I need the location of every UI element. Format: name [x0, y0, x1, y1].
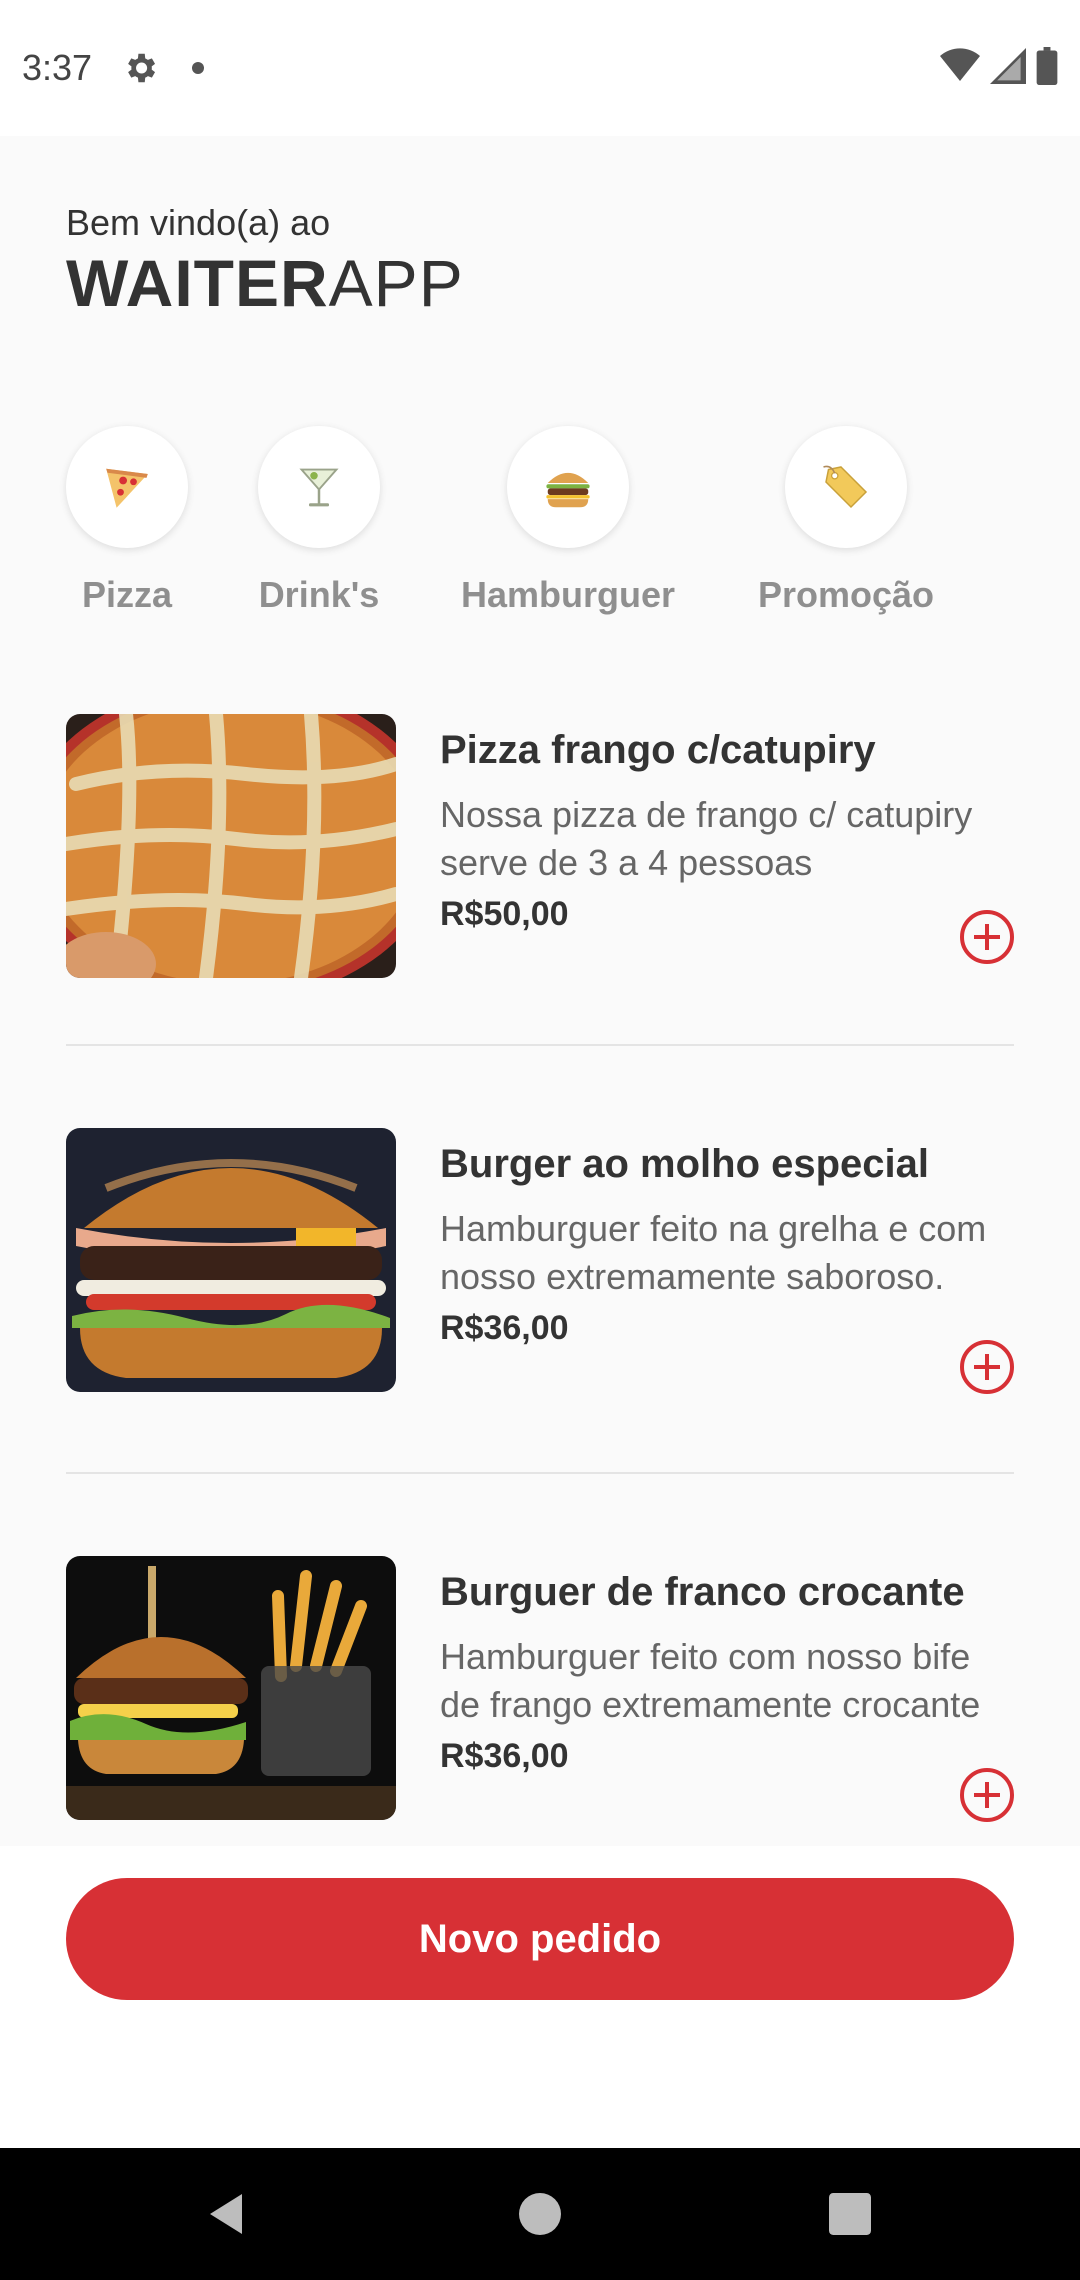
chicken-burger-photo	[66, 1556, 396, 1820]
product-name: Pizza frango c/catupiry	[440, 728, 876, 772]
wifi-icon	[940, 48, 980, 88]
product-info: Burguer de franco crocante Hamburguer fe…	[440, 1570, 1014, 1776]
app-screen: Bem vindo(a) ao WAITERAPP Pizza Drink's …	[0, 136, 1080, 1846]
product-price: R$50,00	[440, 895, 569, 933]
gear-icon	[120, 48, 160, 88]
divider	[66, 1044, 1014, 1046]
product-info: Pizza frango c/catupiry Nossa pizza de f…	[440, 728, 1014, 934]
welcome-text: Bem vindo(a) ao	[66, 202, 331, 243]
product-name: Burger ao molho especial	[440, 1142, 930, 1186]
status-time: 3:37	[22, 47, 93, 88]
recents-icon[interactable]	[770, 2148, 930, 2280]
category-promocao[interactable]: Promoção	[716, 426, 976, 616]
category-label: Pizza	[81, 574, 173, 615]
category-hamburguer[interactable]: Hamburguer	[438, 426, 698, 616]
product-description: Hamburguer feito com nosso bife de frang…	[440, 1636, 981, 1725]
product-item[interactable]: Burger ao molho especial Hamburguer feit…	[66, 1128, 1014, 1394]
divider	[66, 1472, 1014, 1474]
category-drinks[interactable]: Drink's	[189, 426, 449, 616]
pizza-icon	[66, 426, 188, 548]
pizza-photo	[66, 714, 396, 978]
home-icon[interactable]	[460, 2148, 620, 2280]
product-info: Burger ao molho especial Hamburguer feit…	[440, 1142, 1014, 1348]
add-to-order-button[interactable]	[960, 1340, 1014, 1394]
back-icon[interactable]	[146, 2148, 306, 2280]
product-description: Hamburguer feito na grelha e com nosso e…	[440, 1208, 987, 1297]
category-label: Drink's	[258, 574, 380, 615]
footer: Novo pedido	[0, 1846, 1080, 2148]
add-to-order-button[interactable]	[960, 910, 1014, 964]
product-item[interactable]: Pizza frango c/catupiry Nossa pizza de f…	[66, 714, 1014, 978]
category-label: Hamburguer	[460, 574, 676, 615]
product-price: R$36,00	[440, 1737, 569, 1775]
new-order-button[interactable]: Novo pedido	[66, 1878, 1014, 2000]
brand-light: APP	[328, 246, 464, 320]
category-label: Promoção	[757, 574, 935, 615]
battery-icon	[1036, 47, 1058, 89]
category-list: Pizza Drink's Hamburguer Promoção	[0, 426, 1080, 626]
tag-icon	[785, 426, 907, 548]
product-price: R$36,00	[440, 1309, 569, 1347]
header: Bem vindo(a) ao WAITERAPP	[66, 202, 464, 316]
product-description: Nossa pizza de frango c/ catupiry serve …	[440, 794, 973, 883]
burger-icon	[507, 426, 629, 548]
status-bar: 3:37	[0, 0, 1080, 136]
app-brand: WAITERAPP	[66, 250, 464, 316]
brand-bold: WAITER	[66, 246, 329, 320]
system-nav-bar	[0, 2148, 1080, 2280]
add-to-order-button[interactable]	[960, 1768, 1014, 1822]
signal-icon	[990, 48, 1026, 88]
product-name: Burguer de franco crocante	[440, 1570, 965, 1614]
burger-photo	[66, 1128, 396, 1392]
dot-icon	[192, 62, 205, 74]
cocktail-icon	[258, 426, 380, 548]
product-item[interactable]: Burguer de franco crocante Hamburguer fe…	[66, 1556, 1014, 1822]
